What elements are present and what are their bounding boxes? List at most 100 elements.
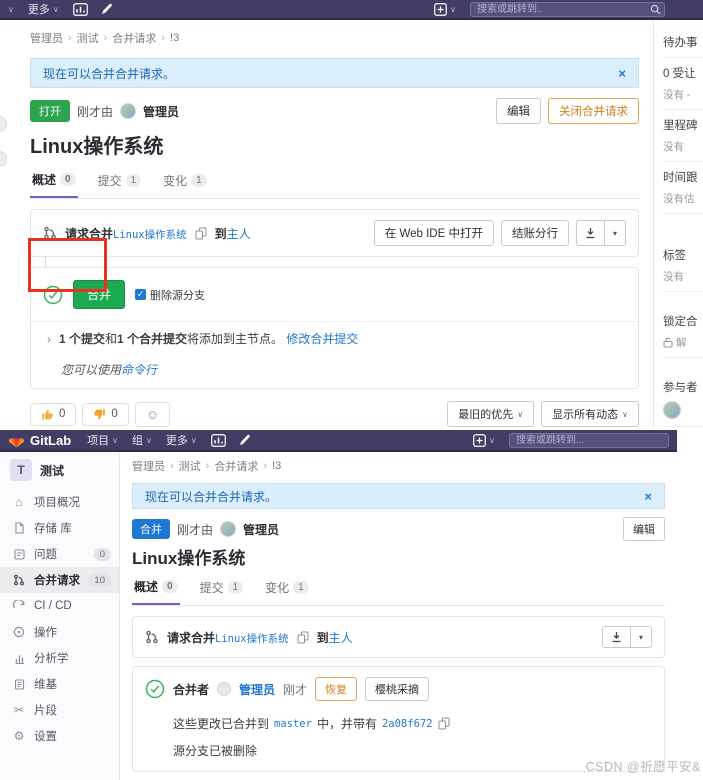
download-icon[interactable] xyxy=(575,220,605,246)
nav-more-menu[interactable]: 更多 ∨ xyxy=(166,432,197,448)
breadcrumb-group[interactable]: 管理员 xyxy=(30,30,63,46)
tab-overview[interactable]: 概述 0 xyxy=(132,572,180,605)
tab-overview[interactable]: 概述 0 xyxy=(30,165,78,198)
breadcrumb-project[interactable]: 测试 xyxy=(77,30,99,46)
delete-source-checkbox[interactable]: ✓ 删除源分支 xyxy=(135,287,205,303)
tab-count: 1 xyxy=(293,581,309,594)
download-split-button: ▾ xyxy=(575,220,626,246)
close-icon[interactable]: × xyxy=(618,66,626,81)
nav-projects-menu[interactable]: 项目 ∨ xyxy=(87,432,118,448)
merge-request-icon xyxy=(146,630,158,644)
analytics-chart-icon[interactable] xyxy=(72,2,88,16)
sidebar-item-cicd[interactable]: CI / CD xyxy=(0,593,119,619)
issues-count-badge: 0 xyxy=(93,547,111,561)
avatar[interactable] xyxy=(120,103,137,119)
nav-more-menu[interactable]: 更多 ∨ xyxy=(28,1,59,17)
participants-title: 参与者 xyxy=(663,382,698,394)
breadcrumb-project[interactable]: 测试 xyxy=(179,458,201,474)
breadcrumb-mr-id[interactable]: !3 xyxy=(272,460,281,472)
sidebar-item-overview[interactable]: ⌂ 项目概况 xyxy=(0,489,119,515)
copy-icon[interactable] xyxy=(438,717,450,730)
checkout-branch-button[interactable]: 结账分行 xyxy=(500,220,569,246)
revert-button[interactable]: 恢复 xyxy=(315,677,358,701)
source-branch-link[interactable]: Linux操作系统 xyxy=(113,229,187,241)
todo-button[interactable]: 待办事 xyxy=(663,37,698,49)
breadcrumb-group[interactable]: 管理员 xyxy=(132,458,165,474)
sort-oldest-dropdown[interactable]: 最旧的优先 ∨ xyxy=(447,401,535,427)
target-branch-link[interactable]: 主人 xyxy=(329,631,353,645)
author-name[interactable]: 管理员 xyxy=(143,103,179,120)
tab-changes[interactable]: 变化 1 xyxy=(161,165,209,198)
sidebar-item-wiki[interactable]: 维基 xyxy=(0,671,119,697)
bottom-main-content: 管理员 › 测试 › 合并请求 › !3 现在可以合并合并请求。 × 合并 刚才… xyxy=(120,452,677,780)
author-name[interactable]: 管理员 xyxy=(243,521,279,538)
commit-sha-link[interactable]: 2a08f672 xyxy=(382,718,433,730)
sidebar-item-settings[interactable]: ⚙ 设置 xyxy=(0,723,119,749)
partial-caret-icon[interactable]: ∨ xyxy=(8,5,14,14)
copy-icon[interactable] xyxy=(297,631,309,644)
analytics-chart-icon[interactable] xyxy=(210,433,226,447)
web-ide-button[interactable]: 在 Web IDE 中打开 xyxy=(373,220,494,246)
mr-widget-card: 请求合并Linux操作系统 到主人 ▾ xyxy=(132,616,665,658)
copy-icon[interactable] xyxy=(195,227,207,240)
lock-mr-title[interactable]: 锁定合 xyxy=(663,313,703,329)
new-plus-menu[interactable]: ∨ xyxy=(434,2,456,16)
sidebar-item-analytics[interactable]: 分析学 xyxy=(0,645,119,671)
target-branch-link[interactable]: 主人 xyxy=(227,227,251,241)
cherry-pick-button[interactable]: 樱桃采摘 xyxy=(365,677,430,701)
request-merge-label: 请求合并 xyxy=(65,226,114,241)
tab-commits[interactable]: 提交 1 xyxy=(198,572,246,605)
close-mr-button[interactable]: 关闭合并请求 xyxy=(548,98,639,124)
activity-filter-dropdown[interactable]: 显示所有动态 ∨ xyxy=(541,401,639,427)
command-line-link[interactable]: 命令行 xyxy=(121,363,157,377)
milestone-title[interactable]: 里程碑 xyxy=(663,117,703,133)
avatar[interactable] xyxy=(220,521,237,537)
source-branch-link[interactable]: Linux操作系统 xyxy=(215,633,289,645)
labels-value: 没有 xyxy=(663,271,684,283)
tab-changes[interactable]: 变化 1 xyxy=(263,572,311,605)
mr-widget-card: 请求合并Linux操作系统 到主人 在 Web IDE 中打开 结账分行 ▾ xyxy=(30,209,639,257)
edit-button[interactable]: 编辑 xyxy=(623,517,665,541)
new-plus-menu[interactable]: ∨ xyxy=(473,433,495,447)
breadcrumb: 管理员 › 测试 › 合并请求 › !3 xyxy=(132,458,282,474)
emoji-button[interactable]: ☺ xyxy=(134,401,171,427)
tab-commits[interactable]: 提交 1 xyxy=(96,165,144,198)
avatar[interactable] xyxy=(217,682,232,696)
bottom-screenshot: GitLab 项目 ∨ 组 ∨ 更多 ∨ ∨ 搜索或跳转到... T 测试 ⌂ … xyxy=(0,430,677,780)
thumbs-down-button[interactable]: 0 xyxy=(82,402,129,426)
breadcrumb-mr[interactable]: 合并请求 xyxy=(214,458,258,474)
sidebar-item-operations[interactable]: 操作 xyxy=(0,619,119,645)
pen-icon[interactable] xyxy=(238,434,251,447)
nav-groups-menu[interactable]: 组 ∨ xyxy=(132,432,152,448)
merge-button[interactable]: 合并 xyxy=(73,280,126,309)
breadcrumb-mr[interactable]: 合并请求 xyxy=(112,30,156,46)
download-caret[interactable]: ▾ xyxy=(630,626,652,648)
sidebar-item-issues[interactable]: 问题 0 xyxy=(0,541,119,567)
breadcrumb-mr-id[interactable]: !3 xyxy=(170,32,179,44)
participant-avatar[interactable] xyxy=(663,401,681,419)
target-branch-ref[interactable]: master xyxy=(274,718,312,730)
sidebar-item-merge-requests[interactable]: 合并请求 10 xyxy=(0,567,119,593)
plus-square-icon xyxy=(473,433,486,447)
search-input[interactable] xyxy=(509,432,669,448)
search-icon[interactable] xyxy=(650,4,661,15)
chevron-right-icon[interactable]: › xyxy=(47,332,51,346)
thumbs-up-button[interactable]: 0 xyxy=(30,402,77,426)
labels-title[interactable]: 标签 xyxy=(663,247,703,263)
project-avatar: T xyxy=(10,459,32,481)
search-input[interactable] xyxy=(470,1,665,17)
download-icon[interactable] xyxy=(601,626,631,648)
close-icon[interactable]: × xyxy=(644,489,652,504)
modify-merge-commit-link[interactable]: 修改合并提交 xyxy=(286,332,358,346)
pen-icon[interactable] xyxy=(100,3,113,16)
merged-author-link[interactable]: 管理员 xyxy=(239,681,275,698)
mr-count-badge: 10 xyxy=(88,573,111,587)
repository-icon xyxy=(12,522,26,534)
sidebar-item-repository[interactable]: 存储 库 xyxy=(0,515,119,541)
sidebar-item-snippets[interactable]: ✂ 片段 xyxy=(0,697,119,723)
assignee-title[interactable]: 0 受让 xyxy=(663,65,703,81)
project-header[interactable]: T 测试 xyxy=(0,452,119,489)
gitlab-brand[interactable]: GitLab xyxy=(8,432,71,448)
edit-button[interactable]: 编辑 xyxy=(496,98,541,124)
download-caret[interactable]: ▾ xyxy=(604,220,626,246)
